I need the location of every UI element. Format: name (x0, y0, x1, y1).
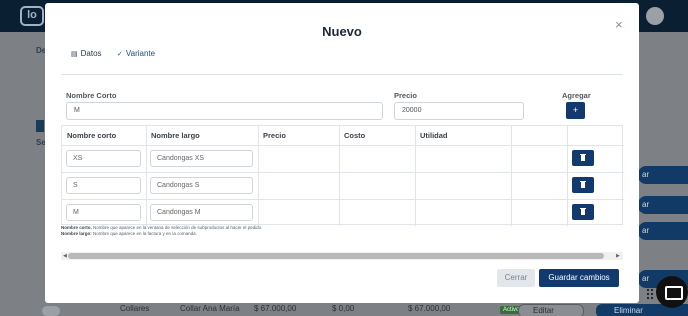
row-total: $ 67.000,00 (408, 304, 451, 313)
delete-variant-icon[interactable] (572, 204, 594, 220)
add-variant-button[interactable]: + (566, 102, 585, 119)
nombre-corto-label: Nombre Corto (66, 91, 117, 100)
bg-action-button: ar (638, 196, 688, 214)
app-logo: lo (20, 6, 44, 26)
row-product: Collar Ana María (180, 304, 240, 313)
help-note: Nombre largo: Nombre que aparece en la f… (61, 231, 197, 236)
tabs-divider (61, 74, 623, 75)
header-precio: Precio (263, 131, 286, 140)
delete-variant-icon[interactable] (572, 150, 594, 166)
variant-short-input[interactable]: XS (66, 150, 141, 167)
nombre-corto-input[interactable]: M (66, 102, 383, 120)
tab-label: Datos (80, 49, 102, 58)
variant-long-input[interactable]: Candongas S (150, 177, 253, 194)
variant-long-input[interactable]: Candongas M (150, 204, 253, 221)
check-icon: ✓ (117, 50, 123, 58)
variant-modal: Nuevo × ▤ Datos ✓ Variante Nombre Corto … (45, 3, 639, 303)
help-term: Nombre largo: (61, 231, 92, 236)
edit-button: Editar (518, 304, 584, 316)
list-icon: ▤ (71, 50, 78, 58)
tab-variante[interactable]: ✓ Variante (117, 49, 155, 58)
variant-short-input[interactable]: S (66, 177, 141, 194)
variant-short-input[interactable]: M (66, 204, 141, 221)
avatar[interactable] (646, 7, 664, 25)
horizontal-scrollbar[interactable]: ◀ ▶ (61, 252, 623, 260)
chat-icon[interactable] (656, 276, 688, 308)
column-divider (567, 126, 568, 226)
drag-handle-icon (646, 288, 654, 300)
tab-label: Variante (125, 49, 156, 58)
help-term: Nombre corto. (61, 225, 92, 230)
cerrar-button[interactable]: Cerrar (497, 269, 535, 287)
close-icon[interactable]: × (615, 17, 623, 32)
help-note: Nombre corto. Nombre que aparece en la v… (61, 225, 262, 230)
modal-tabs: ▤ Datos ✓ Variante (61, 39, 623, 71)
row-divider (62, 199, 624, 200)
header-nombre-largo: Nombre largo (151, 131, 200, 140)
help-text: Nombre que aparece en la ventana de sele… (91, 225, 263, 230)
header-costo: Costo (344, 131, 366, 140)
header-utilidad: Utilidad (420, 131, 448, 140)
agregar-label: Agregar (562, 91, 591, 100)
row-divider (62, 172, 624, 173)
delete-variant-icon[interactable] (572, 177, 594, 193)
precio-label: Precio (394, 91, 417, 100)
scroll-right-icon[interactable]: ▶ (616, 252, 620, 260)
header-nombre-corto: Nombre corto (67, 131, 117, 140)
row-category: Collares (120, 304, 150, 313)
bg-action-button: ar (638, 166, 688, 184)
sidebar-tab (36, 120, 44, 132)
row-toggle (42, 306, 60, 316)
variant-long-input[interactable]: Candongas XS (150, 150, 253, 167)
scroll-left-icon[interactable]: ◀ (63, 252, 67, 260)
tab-datos[interactable]: ▤ Datos (71, 49, 102, 58)
help-text: Nombre que aparece en la factura y en la… (91, 231, 197, 236)
precio-input[interactable]: 20000 (394, 102, 524, 120)
column-divider (511, 126, 512, 226)
row-price: $ 67.000,00 (254, 304, 297, 313)
scrollbar-thumb[interactable] (68, 253, 604, 259)
guardar-cambios-button[interactable]: Guardar cambios (539, 269, 619, 287)
row-cost: $ 0,00 (332, 304, 355, 313)
row-divider (62, 145, 624, 146)
variants-table: Nombre corto Nombre largo Precio Costo U… (61, 125, 624, 226)
modal-title: Nuevo (322, 24, 362, 39)
bg-action-button: ar (638, 222, 688, 240)
